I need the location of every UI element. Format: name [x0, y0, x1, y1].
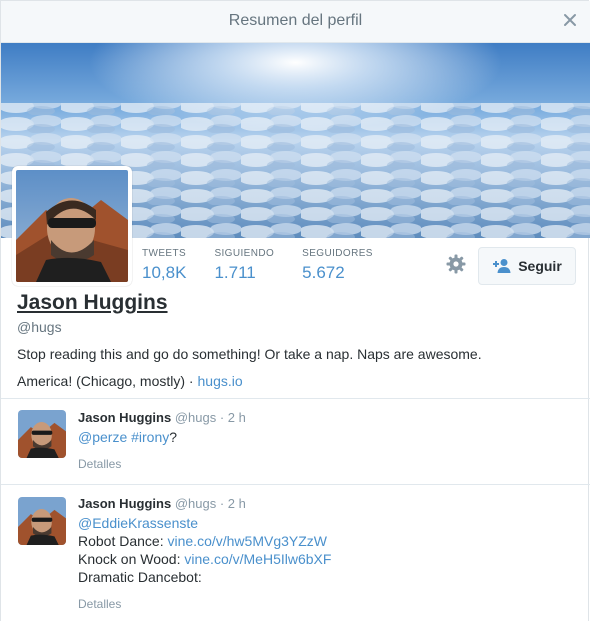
- tweet-header: Jason Huggins @hugs · 2 h: [78, 410, 246, 425]
- stat-following[interactable]: SIGUIENDO 1.711: [214, 248, 274, 283]
- profile-location: America! (Chicago, mostly): [17, 373, 186, 389]
- stat-value: 5.672: [302, 263, 345, 282]
- tweet-details-link[interactable]: Detalles: [78, 597, 121, 611]
- tweet-author-handle[interactable]: @hugs: [175, 410, 216, 425]
- close-icon[interactable]: [561, 11, 579, 29]
- tweet-dot: ·: [219, 410, 225, 425]
- divider: [1, 398, 590, 399]
- tweet-avatar[interactable]: [18, 410, 66, 458]
- gear-icon[interactable]: [446, 254, 466, 274]
- tweet-line: Dramatic Dancebot:: [78, 568, 331, 586]
- tweet-vine-link[interactable]: vine.co/v/MeH5Ilw6bXF: [184, 551, 331, 567]
- profile-location-line: America! (Chicago, mostly) · hugs.io: [17, 373, 243, 389]
- tweet-line-text: Knock on Wood:: [78, 551, 185, 567]
- stat-value: 1.711: [214, 263, 256, 282]
- tweet-text: @perze #irony?: [78, 428, 177, 446]
- profile-website-link[interactable]: hugs.io: [198, 373, 243, 389]
- follow-label: Seguir: [518, 258, 562, 274]
- tweet-text-suffix: ?: [169, 429, 178, 445]
- tweet-text: @EddieKrassenste Robot Dance: vine.co/v/…: [78, 514, 331, 586]
- tweet-line: Robot Dance: vine.co/v/hw5MVg3YZzW: [78, 532, 331, 550]
- add-user-icon: [493, 259, 511, 273]
- divider: [1, 484, 590, 485]
- profile-summary-modal: Resumen del perfil TWEETS 10,8K SIGUIEND…: [0, 0, 590, 621]
- profile-bio: Stop reading this and go do something! O…: [17, 346, 482, 362]
- modal-header: Resumen del perfil: [1, 1, 590, 43]
- tweet-mention-link[interactable]: @perze: [78, 429, 127, 445]
- stat-value: 10,8K: [142, 263, 187, 282]
- tweet-dot: ·: [219, 496, 225, 511]
- tweet-line-text: Dramatic Dancebot:: [78, 569, 202, 585]
- tweet-author-name[interactable]: Jason Huggins: [78, 496, 171, 511]
- stat-followers[interactable]: SEGUIDORES 5.672: [302, 248, 373, 283]
- stat-tweets[interactable]: TWEETS 10,8K: [142, 248, 186, 283]
- stat-label: SIGUIENDO: [214, 248, 275, 259]
- profile-name[interactable]: Jason Huggins: [17, 291, 168, 315]
- profile-stats: TWEETS 10,8K SIGUIENDO 1.711 SEGUIDORES …: [142, 248, 401, 283]
- tweet-details-link[interactable]: Detalles: [78, 457, 121, 471]
- follow-button[interactable]: Seguir: [478, 247, 576, 285]
- location-separator: ·: [185, 373, 198, 389]
- profile-avatar[interactable]: [12, 166, 132, 286]
- tweet-time[interactable]: 2 h: [228, 496, 246, 511]
- tweet-line: Knock on Wood: vine.co/v/MeH5Ilw6bXF: [78, 550, 331, 568]
- tweet-author-name[interactable]: Jason Huggins: [78, 410, 171, 425]
- tweet-mention-link[interactable]: @EddieKrassenste: [78, 515, 198, 531]
- modal-title: Resumen del perfil: [228, 12, 363, 29]
- tweet-vine-link[interactable]: vine.co/v/hw5MVg3YZzW: [168, 533, 328, 549]
- tweet-avatar[interactable]: [18, 497, 66, 545]
- tweet-hashtag-link[interactable]: #irony: [131, 429, 169, 445]
- stat-label: TWEETS: [142, 248, 187, 259]
- tweet-line: @EddieKrassenste: [78, 514, 331, 532]
- stat-label: SEGUIDORES: [302, 248, 373, 259]
- tweet-time[interactable]: 2 h: [228, 410, 246, 425]
- tweet-header: Jason Huggins @hugs · 2 h: [78, 496, 246, 511]
- tweet-author-handle[interactable]: @hugs: [175, 496, 216, 511]
- profile-handle: @hugs: [17, 319, 62, 335]
- tweet-line-text: Robot Dance:: [78, 533, 168, 549]
